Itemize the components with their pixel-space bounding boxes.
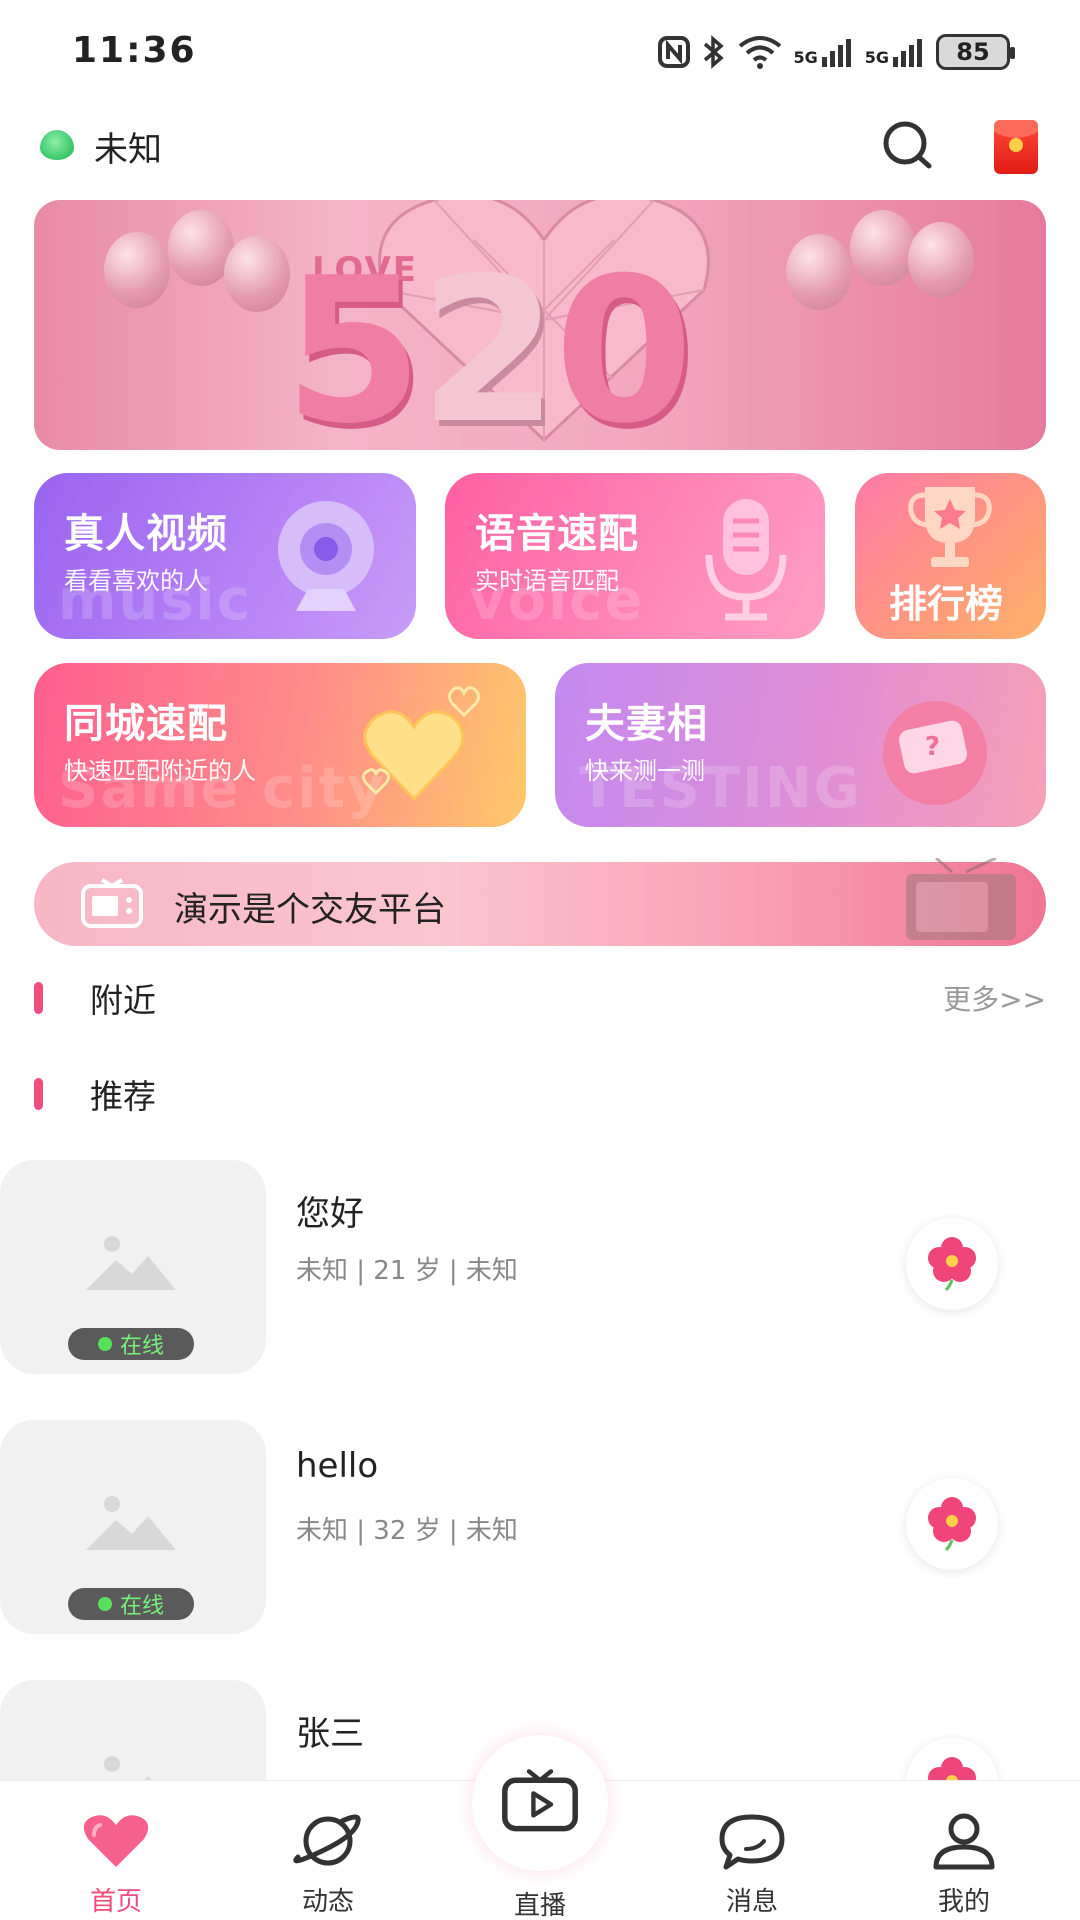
- notice-text: 演示是个交友平台: [174, 890, 446, 930]
- balloon-graphic: [224, 236, 290, 312]
- banner-520-text: 520: [284, 252, 694, 451]
- signal-1: 5G: [793, 37, 854, 67]
- bluetooth-icon: [704, 35, 725, 69]
- signal-2: 5G: [865, 37, 926, 67]
- banner-digit: 2: [419, 235, 558, 451]
- nav-messages[interactable]: 消息: [652, 1781, 852, 1920]
- network-type-label-1: 5G: [793, 48, 818, 67]
- red-packet-icon[interactable]: [994, 120, 1038, 174]
- status-time: 11:36: [72, 30, 197, 71]
- couple-face-card[interactable]: TESTING 夫妻相 快来测一测 ?: [555, 663, 1046, 827]
- nav-label: 首页: [89, 1887, 142, 1917]
- hearts-icon: [361, 686, 481, 802]
- section-nearby: 附近 更多>>: [0, 966, 1080, 1026]
- bottom-navigation: 首页 动态 直播 消息 我的: [0, 1735, 1080, 1920]
- heart-icon: [83, 1815, 149, 1867]
- balloon-graphic: [786, 234, 852, 310]
- play-tv-icon: [502, 1769, 578, 1832]
- same-city-match-card[interactable]: Same city 同城速配 快速匹配附近的人: [34, 663, 526, 827]
- nav-home[interactable]: 首页: [16, 1781, 216, 1920]
- flower-icon: [928, 1497, 976, 1552]
- location-label[interactable]: 未知: [94, 122, 162, 171]
- card-title: 同城速配: [64, 701, 228, 747]
- ranking-card[interactable]: 排行榜: [855, 473, 1046, 639]
- online-dot: [97, 1337, 112, 1351]
- section-recommend: 推荐: [0, 1062, 1080, 1122]
- notice-banner[interactable]: 演示是个交友平台: [34, 858, 1046, 946]
- user-meta: 未知 | 32 岁 | 未知: [296, 1516, 518, 1546]
- status-icons: 5G 5G 85: [657, 30, 1015, 74]
- user-icon: [933, 1813, 995, 1870]
- chat-bubble-icon: [719, 1814, 785, 1870]
- user-list-item[interactable]: 在线 您好 未知 | 21 岁 | 未知: [0, 1160, 1080, 1374]
- user-name: 您好: [296, 1194, 364, 1234]
- banner-digit: 5: [284, 235, 423, 451]
- card-title: 夫妻相: [585, 701, 708, 747]
- question-bubble-icon: ?: [883, 701, 987, 805]
- nav-label: 直播: [513, 1891, 566, 1920]
- question-mark: ?: [925, 732, 940, 762]
- user-name: 张三: [296, 1714, 364, 1754]
- nav-profile[interactable]: 我的: [864, 1781, 1064, 1920]
- send-flower-button[interactable]: [906, 1218, 998, 1310]
- section-title: 附近: [90, 981, 156, 1020]
- banner-digit: 0: [554, 235, 693, 451]
- more-link[interactable]: 更多>>: [943, 978, 1046, 1018]
- card-subtitle: 看看喜欢的人: [64, 567, 208, 595]
- promo-banner[interactable]: LOVE 520: [34, 200, 1046, 450]
- voice-match-card[interactable]: voice 语音速配 实时语音匹配: [445, 473, 825, 639]
- balloon-graphic: [850, 210, 916, 286]
- webcam-icon: [278, 501, 374, 611]
- online-status-badge: 在线: [68, 1328, 194, 1360]
- microphone-icon: [705, 499, 787, 621]
- nav-label: 我的: [937, 1887, 990, 1917]
- user-list-item[interactable]: 在线 hello 未知 | 32 岁 | 未知: [0, 1420, 1080, 1634]
- nav-label: 消息: [725, 1887, 778, 1917]
- card-subtitle: 实时语音匹配: [475, 567, 619, 595]
- real-video-card[interactable]: music 真人视频 看看喜欢的人: [34, 473, 416, 639]
- section-accent-bar: [34, 982, 43, 1014]
- signal-bars-icon: [893, 39, 922, 67]
- section-title: 推荐: [90, 1077, 156, 1116]
- online-status-badge: 在线: [68, 1588, 194, 1620]
- balloon-graphic: [104, 232, 170, 308]
- location-pin-icon: [40, 130, 74, 160]
- network-type-label-2: 5G: [864, 48, 889, 67]
- online-label: 在线: [119, 1594, 164, 1619]
- planet-icon: [293, 1814, 361, 1866]
- card-title: 排行榜: [889, 582, 1004, 626]
- nav-moments[interactable]: 动态: [228, 1781, 428, 1920]
- retro-tv-graphic: [906, 858, 1016, 940]
- card-subtitle: 快来测一测: [585, 757, 705, 785]
- image-placeholder-icon: [86, 1496, 176, 1550]
- card-title: 语音速配: [475, 511, 639, 557]
- nfc-icon: [658, 36, 691, 68]
- section-accent-bar: [34, 1078, 43, 1110]
- balloon-graphic: [908, 222, 974, 298]
- image-placeholder-icon: [86, 1236, 176, 1290]
- online-dot: [97, 1597, 112, 1611]
- battery-icon: 85: [936, 34, 1015, 70]
- nav-live[interactable]: 直播: [440, 1769, 640, 1920]
- avatar[interactable]: 在线: [0, 1160, 266, 1374]
- flower-icon: [928, 1237, 976, 1292]
- trophy-icon: [908, 487, 992, 567]
- card-subtitle: 快速匹配附近的人: [64, 757, 256, 785]
- battery-level: 85: [956, 38, 990, 66]
- user-name: hello: [296, 1446, 379, 1486]
- wifi-icon: [739, 36, 782, 69]
- send-flower-button[interactable]: [906, 1478, 998, 1570]
- header-bar: 未知: [0, 110, 1080, 180]
- search-icon[interactable]: [880, 118, 936, 174]
- signal-bars-icon: [821, 39, 851, 67]
- card-title: 真人视频: [64, 511, 228, 557]
- nav-label: 动态: [301, 1887, 354, 1917]
- status-bar: 11:36 5G 5G 85: [0, 0, 1080, 100]
- user-meta: 未知 | 21 岁 | 未知: [296, 1256, 518, 1286]
- online-label: 在线: [119, 1334, 164, 1359]
- tv-icon: [81, 878, 143, 928]
- avatar[interactable]: 在线: [0, 1420, 266, 1634]
